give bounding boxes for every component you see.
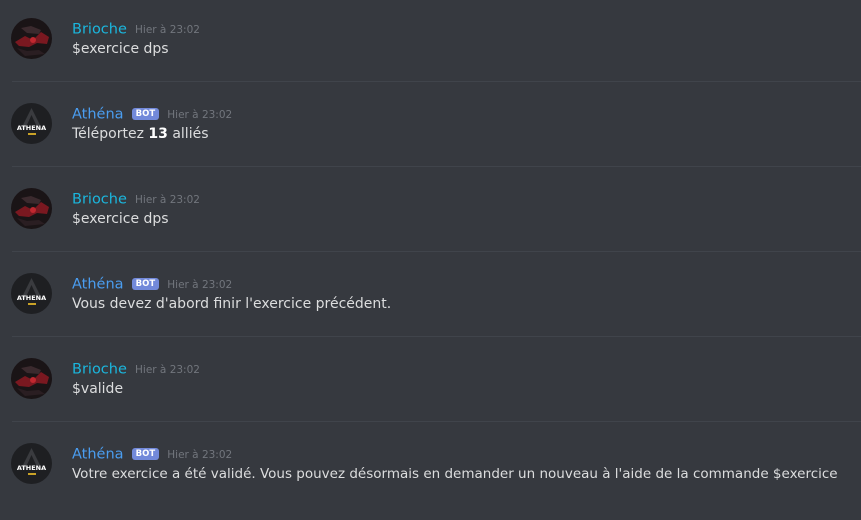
- message-group: Brioche Hier à 23:02 $exercice dps: [0, 0, 861, 85]
- red-dark-avatar-icon: [11, 358, 52, 399]
- timestamp: Hier à 23:02: [167, 108, 233, 121]
- timestamp: Hier à 23:02: [167, 448, 233, 461]
- timestamp: Hier à 23:02: [167, 278, 233, 291]
- message-text-part: alliés: [167, 126, 209, 142]
- author-name[interactable]: Brioche: [72, 362, 127, 378]
- athena-logo-label: ATHENA: [17, 124, 46, 132]
- red-dark-avatar-icon: [11, 18, 52, 59]
- message-text: $valide: [72, 381, 124, 397]
- timestamp: Hier à 23:02: [135, 23, 200, 36]
- message-divider: [12, 336, 861, 337]
- avatar-athena[interactable]: ATHENA: [11, 103, 52, 144]
- athena-logo-icon: ATHENA: [11, 103, 52, 144]
- avatar-brioche[interactable]: [11, 18, 52, 59]
- author-name[interactable]: Brioche: [72, 192, 127, 208]
- message-text: $exercice dps: [72, 211, 169, 227]
- avatar-athena[interactable]: ATHENA: [11, 443, 52, 484]
- message-group: Brioche Hier à 23:02 $exercice dps: [0, 170, 861, 255]
- author-name[interactable]: Athéna: [72, 277, 124, 293]
- athena-logo-icon: ATHENA: [11, 443, 52, 484]
- chat-messages: Brioche Hier à 23:02 $exercice dps ATHEN…: [0, 0, 861, 520]
- bot-badge: BOT: [131, 447, 160, 460]
- author-name[interactable]: Brioche: [72, 22, 127, 38]
- red-dark-avatar-icon: [11, 188, 52, 229]
- bot-badge: BOT: [131, 107, 160, 120]
- message-text: $exercice dps: [72, 41, 169, 57]
- message-bold-count: 13: [148, 126, 168, 142]
- message-group: ATHENA Athéna BOT Hier à 23:02 Téléporte…: [0, 85, 861, 170]
- message-divider: [12, 166, 861, 167]
- message-divider: [12, 421, 861, 422]
- message-group: Brioche Hier à 23:02 $valide: [0, 340, 861, 425]
- author-name[interactable]: Athéna: [72, 447, 124, 463]
- timestamp: Hier à 23:02: [135, 363, 200, 376]
- athena-logo-label: ATHENA: [17, 294, 46, 302]
- message-text: Téléportez 13 alliés: [72, 126, 209, 142]
- avatar-brioche[interactable]: [11, 188, 52, 229]
- message-divider: [12, 81, 861, 82]
- athena-logo-label: ATHENA: [17, 464, 46, 472]
- avatar-brioche[interactable]: [11, 358, 52, 399]
- message-text-part: Téléportez: [72, 126, 149, 142]
- message-group: ATHENA Athéna BOT Hier à 23:02 Vous deve…: [0, 255, 861, 340]
- author-name[interactable]: Athéna: [72, 107, 124, 123]
- message-group: ATHENA Athéna BOT Hier à 23:02 Votre exe…: [0, 425, 861, 510]
- message-text: Votre exercice a été validé. Vous pouvez…: [72, 466, 838, 482]
- message-text: Vous devez d'abord finir l'exercice préc…: [72, 296, 392, 312]
- athena-logo-icon: ATHENA: [11, 273, 52, 314]
- timestamp: Hier à 23:02: [135, 193, 200, 206]
- bot-badge: BOT: [131, 277, 160, 290]
- message-divider: [12, 251, 861, 252]
- avatar-athena[interactable]: ATHENA: [11, 273, 52, 314]
